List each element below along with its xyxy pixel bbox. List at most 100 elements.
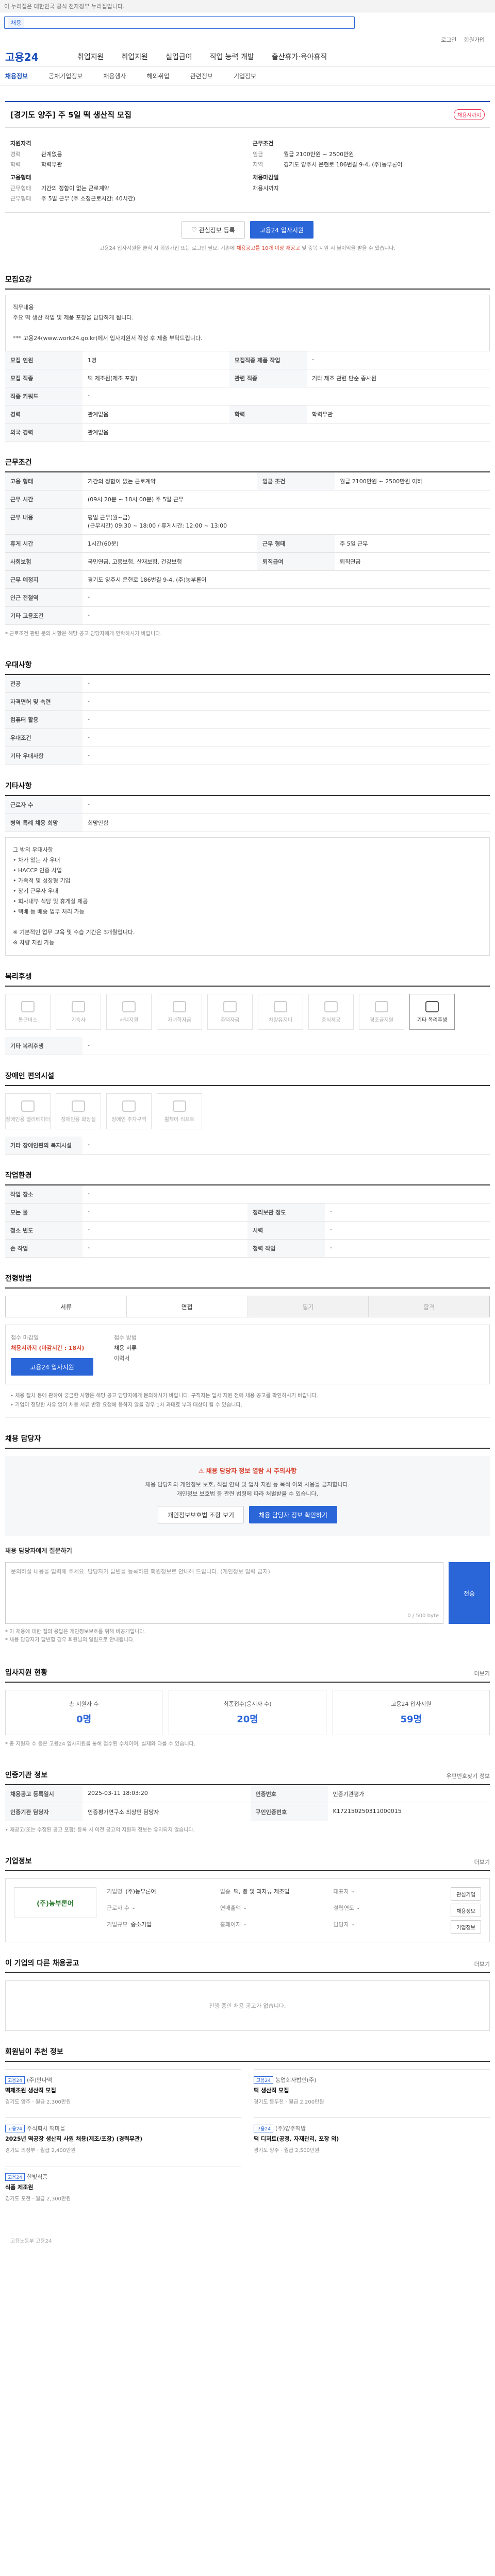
reco-meta: 경기도 양주 · 월급 2,500만원 xyxy=(254,2148,320,2154)
row-value: 기타 제조 관련 단순 종사원 xyxy=(306,369,490,387)
row-value: 관계없음 xyxy=(82,423,490,442)
lnb-item[interactable]: 관련정보 xyxy=(190,72,213,80)
workplace-section: 작업환경 작업 장소 - 모는 물 - 정리보관 정도 - 청소 빈도 - 시력 - 손 작업 - 청력… xyxy=(5,1170,490,1258)
reco-company: 고용24 (주)만나떡 xyxy=(5,2076,241,2084)
facility-item: 차량유지비 xyxy=(258,994,303,1030)
info-more-button[interactable]: 우편번호찾기 정보 xyxy=(447,1772,490,1780)
field-value: 떡, 빵 및 과자류 제조업 xyxy=(233,1888,290,1895)
field-key: 근로자 수 xyxy=(107,1905,129,1911)
row-key: 모집직종 제품 작업 xyxy=(229,351,307,369)
join-link[interactable]: 회원가입 xyxy=(464,36,485,44)
company-jobs-button[interactable]: 채용정보 xyxy=(451,1904,481,1917)
gnb-item[interactable]: 출산휴가·육아휴직 xyxy=(272,52,327,62)
facility-label: 사택지원 xyxy=(119,1017,139,1023)
lnb-item-active[interactable]: 채용정보 xyxy=(5,72,28,80)
facility-item: 통근버스 xyxy=(5,994,51,1030)
facility-item: 기타 복리후생 xyxy=(409,994,455,1030)
disability-grid: 장애인용 엘리베이터 장애인용 화장실 장애인 주차구역 휠체어 리프트 xyxy=(5,1086,490,1137)
reco-card[interactable]: 고용24 주식회사 떡마을 2025년 떡공장 생산직 사원 채용(제조/포장) (… xyxy=(5,2117,241,2160)
row-key: 고용 형태 xyxy=(5,472,82,490)
facility-item: 중식제공 xyxy=(308,994,354,1030)
row-value: 인증평가연구소 최상민 담당자 xyxy=(82,1803,251,1821)
search-input[interactable]: 채용 xyxy=(4,16,355,29)
interest-button[interactable]: ♡ 관심정보 등록 xyxy=(182,221,245,239)
summary-value: 관계없음 xyxy=(41,151,62,158)
more-link[interactable]: 더보기 xyxy=(474,1669,490,1677)
gnb-item[interactable]: 취업지원 xyxy=(122,52,148,62)
qna-box: 문의하실 내용을 입력해 주세요. 담당자가 답변을 등록하면 회원정보로 안내… xyxy=(5,1562,490,1624)
view-contact-button[interactable]: 채용 담당자 정보 확인하기 xyxy=(249,1506,337,1523)
reco-card[interactable]: 고용24 한빛식품 식품 제조원 경기도 포천 · 월급 2,300만원 xyxy=(5,2166,241,2208)
title-text: 이 기업의 다른 채용공고 xyxy=(5,1959,79,1968)
row-value: 관계없음 xyxy=(82,405,229,423)
reco-card[interactable]: 고용24 (주)만나떡 떡제조원 생산직 모집 경기도 양주 · 월급 2,300만원 xyxy=(5,2069,241,2111)
title-text: 기업정보 xyxy=(5,1857,32,1866)
field-key: 연매출액 xyxy=(220,1905,241,1911)
section-title: 장애인 편의시설 xyxy=(5,1071,490,1086)
table-row: 컴퓨터 활용 - xyxy=(5,710,490,729)
send-question-button[interactable]: 전송 xyxy=(449,1562,490,1624)
row-value: 학력무관 xyxy=(306,405,490,423)
stat-value: 20명 xyxy=(237,1714,258,1725)
recruit-section: 모집요강 직무내용 주요 떡 생산 작업 및 제품 포장을 담당하게 됩니다. … xyxy=(5,274,490,442)
row-value: 1시간(60분) xyxy=(82,534,257,553)
company-field: 설립연도 - xyxy=(333,1904,440,1917)
apply-button[interactable]: 고용24 입사지원 xyxy=(250,221,314,239)
row-value: 희망안함 xyxy=(82,814,490,832)
row-key: 인증번호 xyxy=(250,1785,328,1803)
reco-title[interactable]: 떡 생산직 모집 xyxy=(254,2086,490,2094)
reco-card[interactable]: 고용24 (주)양주떡방 떡 디저트(공정, 자재관리, 포장 외) 경기도 양주 ·… xyxy=(254,2117,490,2160)
section-title: 작업환경 xyxy=(5,1170,490,1185)
row-value: - xyxy=(325,1239,490,1258)
apply-method-value: 채용 서류 xyxy=(114,1345,137,1351)
privacy-law-button[interactable]: 개인정보보호법 조항 보기 xyxy=(158,1506,244,1523)
row-key: 모집 직종 xyxy=(5,369,82,387)
welfare-section: 복리후생 통근버스 기숙사 사택지원 자녀학자금 주택자금 차량유지비 중식제공 경조금지원 기… xyxy=(5,971,490,1055)
gnb-item[interactable]: 직업 능력 개발 xyxy=(210,52,254,62)
row-value: 인증기관평가 xyxy=(327,1785,490,1803)
reco-title[interactable]: 떡 디저트(공정, 자재관리, 포장 외) xyxy=(254,2134,490,2143)
facility-icon xyxy=(122,1001,136,1012)
field-value: - xyxy=(352,1921,354,1928)
other-section: 기타사항 근로자 수 - 병역 특례 채용 희망 희망안함 그 밖의 우대사항 • 차… xyxy=(5,781,490,956)
reco-title[interactable]: 떡제조원 생산직 모집 xyxy=(5,2086,241,2094)
info-section: 인증기관 정보 우편번호찾기 정보 채용공고 등록일시 2025-03-11 18:… xyxy=(5,1770,490,1840)
reco-title[interactable]: 2025년 떡공장 생산직 사원 채용(제조/포장) (경력무관) xyxy=(5,2134,241,2143)
apply-note: 고용24 입사지원을 클릭 시 회원가입 또는 로그인 필요. 기존에 채용공고… xyxy=(5,244,490,259)
interest-company-button[interactable]: 관심기업 xyxy=(451,1887,481,1901)
site-logo[interactable]: 고용24 xyxy=(5,49,77,64)
lnb-item[interactable]: 채용행사 xyxy=(103,72,126,80)
table-row: 청소 빈도 - 시력 - xyxy=(5,1221,490,1240)
login-link[interactable]: 로그인 xyxy=(441,36,456,44)
section-title: 복리후생 xyxy=(5,971,490,987)
interest-label: 관심정보 등록 xyxy=(199,226,235,234)
more-link[interactable]: 더보기 xyxy=(474,1858,490,1866)
gnb-item[interactable]: 취업지원 xyxy=(77,52,104,62)
info-table: 채용공고 등록일시 2025-03-11 18:03:20 인증번호 인증기관평가 인증… xyxy=(5,1785,490,1821)
row-key: 인근 전철역 xyxy=(5,588,82,607)
section-title: 기업정보 더보기 xyxy=(5,1856,490,1871)
reco-card[interactable]: 고용24 농업회사법인(주) 떡 생산직 모집 경기도 동두천 · 월급 2,200만… xyxy=(254,2069,490,2111)
lnb-item[interactable]: 공채기업정보 xyxy=(48,72,82,80)
stat-label: 고용24 입사지원 xyxy=(391,1701,432,1707)
company-info-button[interactable]: 기업정보 xyxy=(451,1920,481,1934)
facility-item: 기숙사 xyxy=(56,994,101,1030)
reco-title[interactable]: 식품 제조원 xyxy=(5,2183,241,2191)
table-row: 직종 키워드 - xyxy=(5,387,490,405)
apply-method-box: 접수 마감일 채용시까지 (마감시간 : 18시) 고용24 입사지원 접수 방… xyxy=(5,1325,490,1384)
facility-item: 장애인 주차구역 xyxy=(106,1093,152,1129)
search-scope-select[interactable]: 채용 xyxy=(8,18,25,28)
lnb-item[interactable]: 기업정보 xyxy=(234,72,256,80)
lnb-item[interactable]: 해외취업 xyxy=(147,72,170,80)
more-link[interactable]: 더보기 xyxy=(474,1960,490,1968)
facility-icon xyxy=(21,1001,35,1012)
job-title-box: [경기도 양주] 주 5일 떡 생산직 모집 채용시까지 xyxy=(5,101,490,127)
gnb-item[interactable]: 실업급여 xyxy=(166,52,192,62)
row-key: 컴퓨터 활용 xyxy=(5,710,82,729)
status-badge: 채용시까지 xyxy=(454,109,485,120)
summary-value: 기간의 정함이 없는 근로계약 xyxy=(41,185,109,192)
other-table: 근로자 수 - 병역 특례 채용 희망 희망안함 xyxy=(5,796,490,832)
contact-box: ⚠ 채용 담당자 정보 열람 시 주의사항 채용 담당자와 개인정보 보호, 직… xyxy=(5,1456,490,1536)
apply-button-secondary[interactable]: 고용24 입사지원 xyxy=(11,1358,93,1376)
question-textarea[interactable]: 문의하실 내용을 입력해 주세요. 담당자가 답변을 등록하면 회원정보로 안내… xyxy=(5,1562,443,1624)
